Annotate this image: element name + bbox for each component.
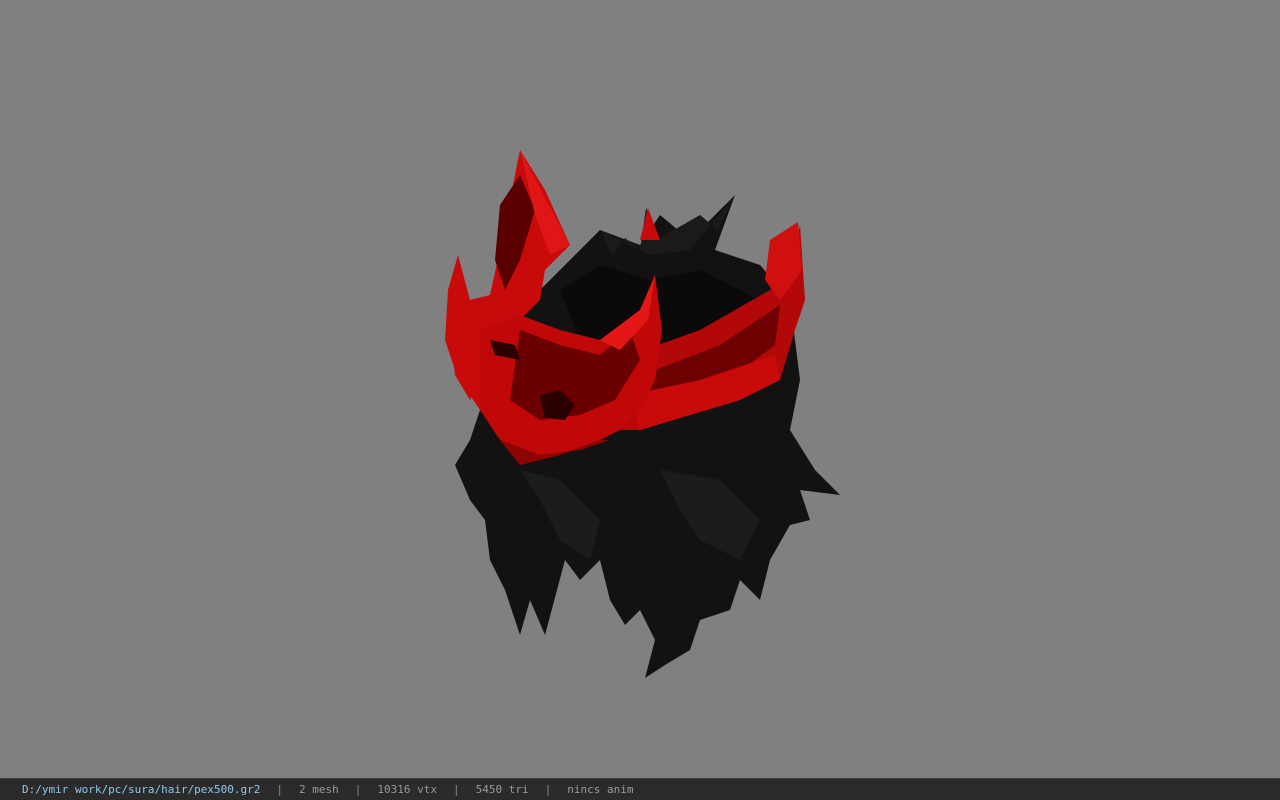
separator: | [544, 783, 552, 796]
separator: | [453, 783, 460, 796]
hair-model-render[interactable] [0, 0, 1280, 778]
file-path-label: D:/ymir work/pc/sura/hair/pex500.gr2 [22, 783, 261, 796]
mesh-count: 2 mesh [299, 783, 339, 796]
separator: | [354, 783, 362, 796]
status-bar: D:/ymir work/pc/sura/hair/pex500.gr2 | 2… [0, 778, 1280, 800]
separator: | [276, 783, 284, 796]
animation-status: nincs anim [567, 783, 634, 796]
3d-viewport[interactable] [0, 0, 1280, 778]
vertex-count: 10316 vtx [377, 783, 438, 796]
triangle-count: 5450 tri [475, 783, 529, 796]
